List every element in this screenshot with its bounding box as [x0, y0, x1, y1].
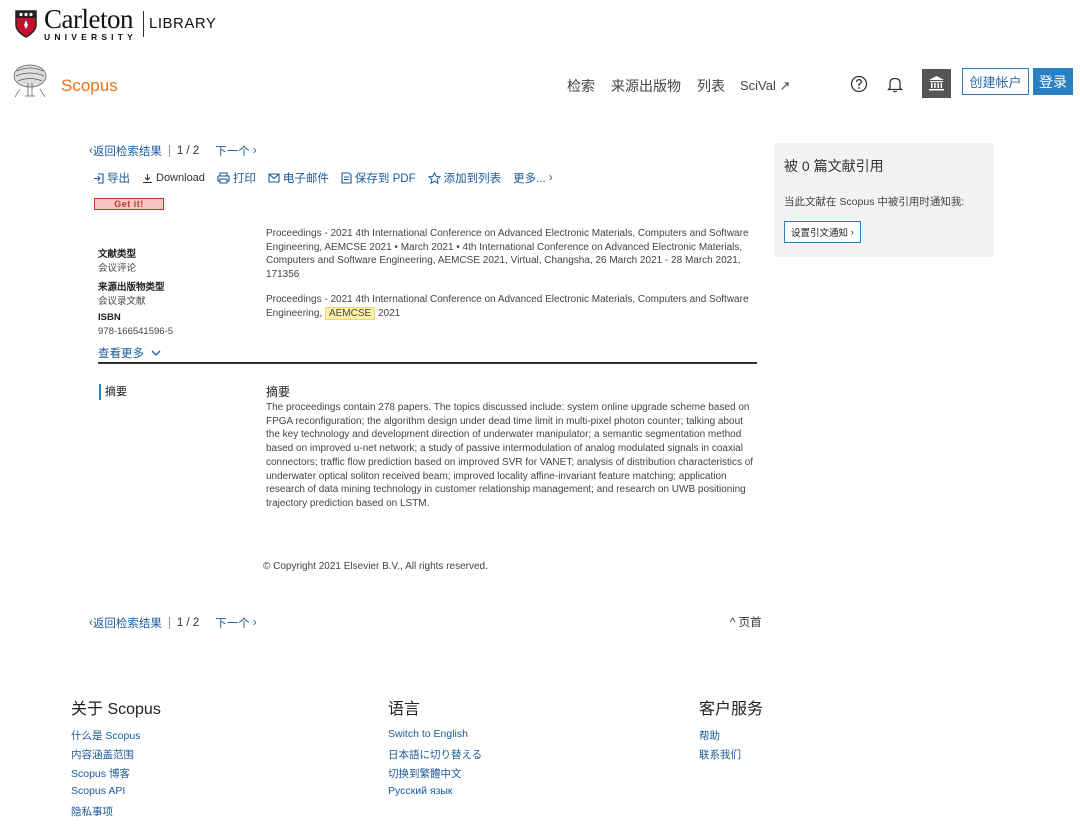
carleton-name: Carleton	[44, 3, 133, 34]
abstract-tab[interactable]: 摘要	[99, 384, 127, 400]
back-to-results-link[interactable]: 返回检索结果	[93, 615, 162, 631]
abstract-heading: 摘要	[266, 385, 291, 399]
chevron-right-icon: ›	[848, 226, 854, 238]
source-title-year: 2021	[377, 307, 401, 319]
email-button[interactable]: 电子邮件	[268, 170, 329, 186]
print-label: 打印	[232, 173, 256, 185]
back-to-top-link[interactable]: ^ 页首	[730, 614, 762, 630]
nav-scival[interactable]: SciVal ↗	[740, 78, 790, 94]
carleton-university: UNIVERSITY	[44, 31, 138, 42]
scopus-header: Scopus 检索 来源出版物 列表 SciVal ↗ 创建帐户 登录	[0, 60, 1080, 108]
more-label: 更多...	[513, 173, 546, 185]
scopus-brand[interactable]: Scopus	[61, 76, 118, 96]
citations-panel: 被 0 篇文献引用 当此文献在 Scopus 中被引用时通知我: 设置引文通知 …	[774, 143, 994, 257]
institution-icon	[929, 76, 944, 91]
footer-link-blog[interactable]: Scopus 博客	[71, 766, 130, 781]
source-title: Proceedings - 2021 4th International Con…	[266, 293, 758, 320]
citation-alert-text: 当此文献在 Scopus 中被引用时通知我:	[784, 196, 965, 208]
source-type-value: 会议录文献	[98, 296, 146, 307]
doc-type-label: 文献类型	[98, 249, 137, 260]
get-it-button[interactable]: Get it!	[94, 198, 164, 210]
highlight-term: AEMCSE	[324, 306, 376, 320]
next-result-link[interactable]: 下一个	[215, 143, 250, 159]
footer-link-japanese[interactable]: 日本語に切り替える	[388, 747, 482, 762]
doc-type-value: 会议评论	[98, 263, 137, 274]
get-it-label: Get it!	[114, 199, 144, 209]
back-to-top-label: 页首	[738, 617, 762, 629]
carleton-logo[interactable]: Carleton UNIVERSITY LIBRARY	[14, 3, 216, 42]
add-to-list-button[interactable]: 添加到列表	[427, 170, 502, 186]
see-more-link[interactable]: 查看更多	[98, 345, 163, 361]
bell-icon[interactable]	[885, 74, 905, 94]
set-citation-alert-button[interactable]: 设置引文通知 ›	[784, 221, 861, 243]
chevron-right-icon[interactable]: ›	[250, 145, 257, 157]
carleton-crest-icon	[15, 10, 37, 38]
library-label: LIBRARY	[143, 11, 216, 37]
download-button[interactable]: Download	[142, 172, 205, 184]
download-icon	[143, 173, 152, 183]
chevron-right-icon[interactable]: ›	[250, 617, 257, 629]
conference-info: Proceedings - 2021 4th International Con…	[266, 228, 749, 280]
save-pdf-button[interactable]: 保存到 PDF	[341, 170, 416, 186]
footer-link-api[interactable]: Scopus API	[71, 785, 125, 797]
set-citation-alert-label: 设置引文通知	[791, 228, 849, 239]
footer-link-english[interactable]: Switch to English	[388, 728, 468, 740]
cited-by-count: 被 0 篇文献引用	[784, 158, 884, 174]
pager-separator	[168, 617, 170, 629]
abstract-body: The proceedings contain 278 papers. The …	[266, 402, 754, 509]
download-label: Download	[156, 172, 205, 184]
results-pager-top: ‹ 返回检索结果 1 / 2 下一个 ›	[89, 143, 257, 159]
section-divider	[98, 362, 757, 364]
footer-link-content-coverage[interactable]: 内容涵盖范围	[71, 747, 134, 762]
source-type-label: 来源出版物类型	[98, 282, 165, 293]
add-to-list-label: 添加到列表	[443, 173, 502, 185]
pager-separator	[168, 145, 170, 157]
back-to-results-link[interactable]: 返回检索结果	[93, 143, 162, 159]
footer-link-traditional-chinese[interactable]: 切换到繁體中文	[388, 766, 462, 781]
email-label: 电子邮件	[282, 173, 329, 185]
footer-service-heading: 客户服务	[699, 701, 764, 718]
star-icon	[427, 172, 441, 184]
footer-link-russian[interactable]: Русский язык	[388, 785, 453, 797]
see-more-label: 查看更多	[98, 348, 144, 360]
nav-lists[interactable]: 列表	[697, 76, 725, 96]
export-icon	[94, 172, 104, 184]
document-toolbar: 导出 Download 打印 电子邮件 保存到 PDF 添加到列表 更多... …	[93, 170, 565, 186]
institution-button[interactable]	[922, 69, 951, 98]
chevron-right-icon: ›	[545, 172, 553, 184]
chevron-up-icon: ^	[730, 617, 736, 629]
nav-search[interactable]: 检索	[567, 76, 595, 96]
next-result-link[interactable]: 下一个	[215, 615, 250, 631]
email-icon	[268, 173, 280, 183]
export-button[interactable]: 导出	[93, 170, 130, 186]
footer-link-help[interactable]: 帮助	[699, 728, 720, 743]
footer-about-heading: 关于 Scopus	[71, 701, 161, 718]
more-button[interactable]: 更多... ›	[513, 170, 553, 186]
results-pager-bottom: ‹ 返回检索结果 1 / 2 下一个 ›	[89, 615, 257, 631]
nav-sources[interactable]: 来源出版物	[611, 76, 681, 96]
pager-count: 1 / 2	[176, 617, 200, 629]
print-button[interactable]: 打印	[217, 170, 256, 186]
footer-link-what-is-scopus[interactable]: 什么是 Scopus	[71, 728, 140, 743]
chevron-down-icon	[151, 350, 161, 356]
isbn-value: 978-166541596-5	[98, 326, 174, 337]
login-button[interactable]: 登录	[1033, 68, 1073, 95]
pdf-icon	[341, 172, 352, 184]
pager-count: 1 / 2	[176, 145, 200, 157]
create-account-button[interactable]: 创建帐户	[962, 68, 1029, 95]
footer-link-contact[interactable]: 联系我们	[699, 747, 741, 762]
footer-language-heading: 语言	[388, 701, 421, 718]
save-pdf-label: 保存到 PDF	[354, 173, 416, 185]
help-icon[interactable]	[849, 74, 869, 94]
export-label: 导出	[107, 173, 130, 185]
elsevier-tree-icon	[13, 64, 47, 98]
footer-link-privacy[interactable]: 隐私事项	[71, 804, 113, 819]
print-icon	[217, 172, 230, 184]
isbn-label: ISBN	[98, 312, 121, 323]
copyright: © Copyright 2021 Elsevier B.V., All righ…	[263, 561, 488, 572]
